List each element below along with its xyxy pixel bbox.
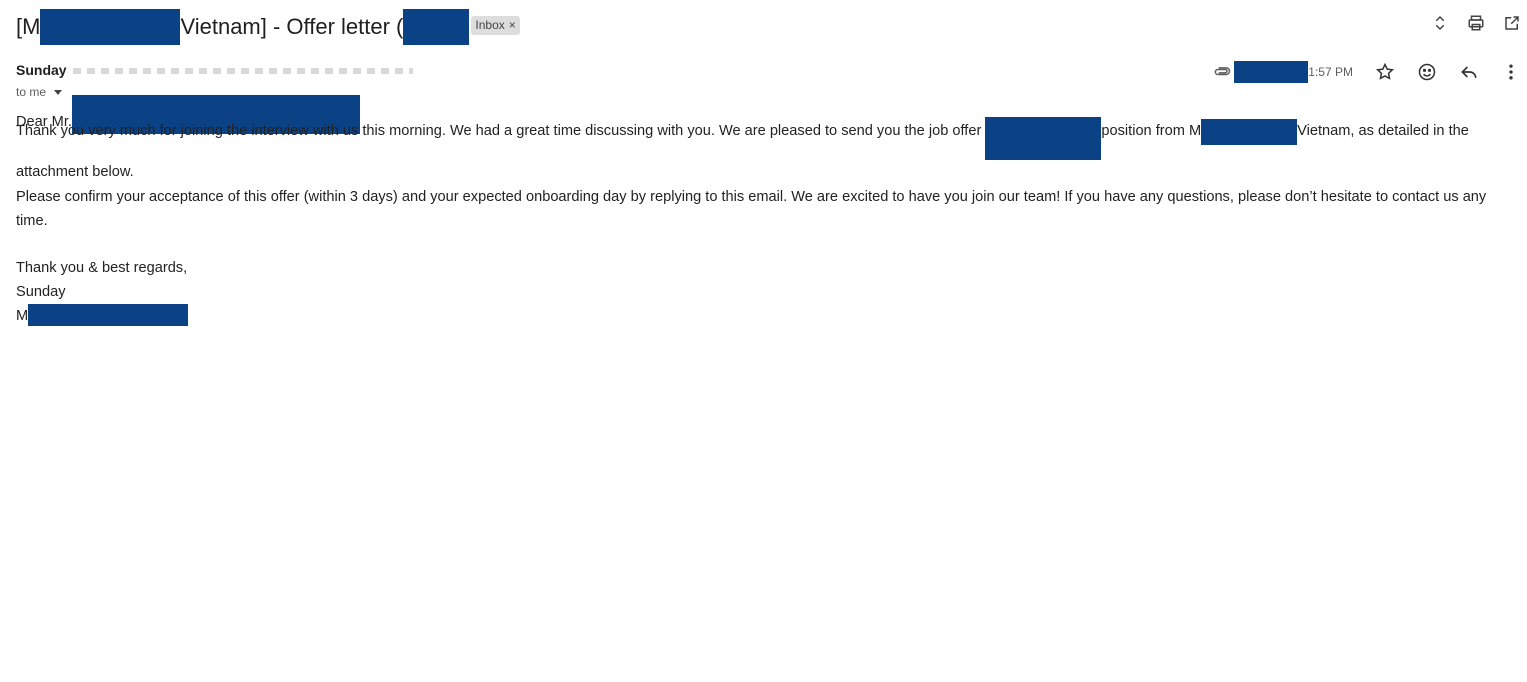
star-icon[interactable] — [1375, 62, 1395, 82]
paragraph-text: position from M — [1101, 123, 1202, 140]
message-time: 1:57 PM — [1308, 65, 1353, 79]
emoji-reaction-icon[interactable] — [1417, 62, 1437, 82]
closing-line: Thank you & best regards, — [16, 259, 188, 276]
message-meta: 1:57 PM — [1212, 60, 1521, 84]
redacted-block — [40, 9, 181, 45]
email-subject: [M Vietnam] - Offer letter ( — [16, 9, 470, 45]
subject-row: [M Vietnam] - Offer letter ( Inbox × — [16, 9, 520, 45]
redacted-block — [403, 9, 470, 45]
inbox-label-text: Inbox — [475, 18, 505, 32]
redacted-block — [1234, 61, 1309, 83]
signature-name: Sunday — [16, 284, 66, 301]
expand-collapse-icon[interactable] — [1431, 14, 1449, 32]
email-body: Dear Mr. Thank you very much for joining… — [16, 95, 1511, 329]
sender-name[interactable]: Sunday — [16, 62, 67, 78]
redacted-block — [1201, 119, 1298, 146]
open-new-window-icon[interactable] — [1503, 14, 1521, 32]
redacted-block — [28, 304, 189, 327]
print-icon[interactable] — [1467, 14, 1485, 32]
paragraph-confirm: Please confirm your acceptance of this o… — [16, 188, 1487, 230]
sender-email-obscured — [72, 68, 413, 75]
reply-icon[interactable] — [1459, 62, 1479, 82]
attachment-icon — [1212, 62, 1232, 82]
more-options-icon[interactable] — [1501, 62, 1521, 82]
signature-company: M — [16, 304, 1511, 328]
sender-row: Sunday — [16, 62, 413, 78]
redacted-block — [985, 117, 1102, 161]
chevron-down-icon[interactable] — [54, 89, 63, 95]
thread-toolbar — [1431, 14, 1521, 32]
signature-company-prefix: M — [16, 308, 29, 325]
remove-label-button[interactable]: × — [509, 18, 516, 32]
inbox-label-chip[interactable]: Inbox × — [471, 15, 520, 35]
paragraph-text: Thank you very much for joining the inte… — [16, 123, 982, 140]
subject-prefix: [M — [16, 14, 41, 39]
subject-middle: Vietnam] - Offer letter ( — [180, 14, 404, 39]
paragraph-offer: Thank you very much for joining the inte… — [16, 117, 1511, 184]
